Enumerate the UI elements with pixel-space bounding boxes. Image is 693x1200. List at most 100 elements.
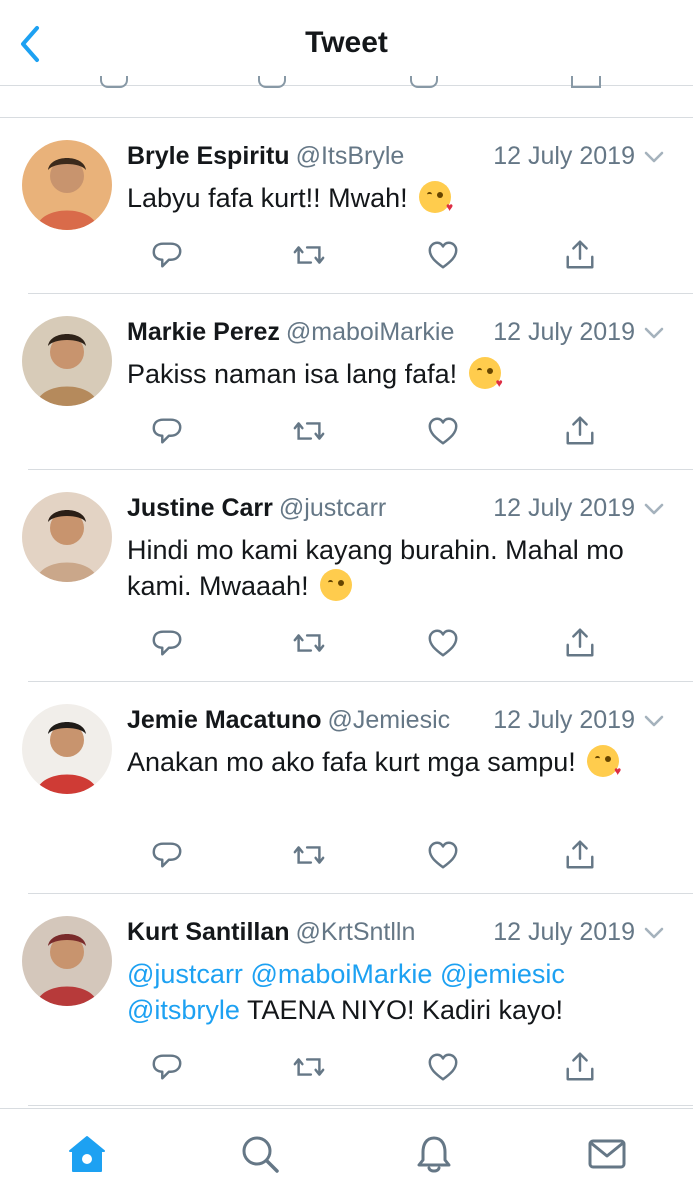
kiss-emoji: ♥: [468, 357, 503, 389]
chevron-down-icon[interactable]: [643, 324, 665, 342]
author-name[interactable]: Jemie Macatuno: [127, 706, 322, 734]
reply-icon: [150, 238, 184, 277]
chevron-down-icon[interactable]: [643, 500, 665, 518]
chevron-down-icon[interactable]: [643, 924, 665, 942]
share-icon: [563, 238, 597, 277]
share-button[interactable]: [562, 627, 598, 663]
tab-messages[interactable]: [584, 1131, 630, 1177]
tweet-text: Labyu fafa kurt!! Mwah! ♥: [127, 180, 665, 216]
tweet-actions: [125, 239, 693, 275]
share-icon: [563, 414, 597, 453]
tweet-actions: [125, 627, 693, 663]
reply-button[interactable]: [149, 415, 185, 451]
retweet-button[interactable]: [291, 415, 327, 451]
heart-icon: [426, 838, 460, 877]
tweet-text-segment: [432, 959, 440, 989]
tweet-actions: [125, 839, 693, 875]
tweet-header: Justine Carr @justcarr 12 July 2019: [127, 494, 665, 526]
heart-icon: [426, 238, 460, 277]
heart-icon: [426, 414, 460, 453]
tweet-item[interactable]: Jemie Macatuno @Jemiesic 12 July 2019 Anaka…: [22, 682, 693, 894]
heart-icon: [426, 626, 460, 665]
heart-icon: [426, 1050, 460, 1089]
tweet-item[interactable]: Bryle Espiritu @ItsBryle 12 July 2019 Labyu…: [22, 118, 693, 294]
tweet-text: Hindi mo kami kayang burahin. Mahal mo k…: [127, 532, 665, 604]
retweet-button[interactable]: [291, 839, 327, 875]
home-icon: [69, 1136, 105, 1172]
author-handle[interactable]: @maboiMarkie: [286, 318, 454, 346]
retweet-button[interactable]: [291, 627, 327, 663]
tweet-text: @justcarr @maboiMarkie @jemiesic @itsbry…: [127, 956, 665, 1028]
author-handle[interactable]: @justcarr: [279, 494, 386, 522]
avatar[interactable]: [22, 916, 112, 1006]
share-icon[interactable]: [571, 76, 601, 88]
mention-link[interactable]: @itsbryle: [127, 995, 240, 1025]
author-handle[interactable]: @ItsBryle: [296, 142, 405, 170]
like-button[interactable]: [425, 415, 461, 451]
retweet-icon: [292, 414, 326, 453]
tweet-actions: [125, 1051, 693, 1087]
bottom-tab-bar: [0, 1108, 693, 1200]
share-button[interactable]: [562, 415, 598, 451]
reply-icon: [150, 414, 184, 453]
author-name[interactable]: Kurt Santillan: [127, 918, 290, 946]
retweet-button[interactable]: [291, 1051, 327, 1087]
like-button[interactable]: [425, 627, 461, 663]
mention-link[interactable]: @maboiMarkie: [250, 959, 432, 989]
avatar[interactable]: [22, 704, 112, 794]
like-button[interactable]: [425, 239, 461, 275]
tab-notifications[interactable]: [411, 1131, 457, 1177]
tweet-item[interactable]: Justine Carr @justcarr 12 July 2019 Hindi m…: [22, 470, 693, 682]
bell-icon: [417, 1136, 451, 1173]
share-button[interactable]: [562, 239, 598, 275]
tweet-header: Kurt Santillan @KrtSntlln 12 July 2019: [127, 918, 665, 950]
retweet-icon: [292, 838, 326, 877]
avatar[interactable]: [22, 140, 112, 230]
share-icon: [563, 838, 597, 877]
tweet-date: 12 July 2019: [489, 494, 635, 523]
reply-button[interactable]: [149, 1051, 185, 1087]
author-name[interactable]: Markie Perez: [127, 318, 280, 346]
author-handle[interactable]: @Jemiesic: [328, 706, 451, 734]
tweet-text-segment: Anakan mo ako fafa kurt mga sampu!: [127, 747, 576, 777]
author-name[interactable]: Justine Carr: [127, 494, 273, 522]
tweet-text-segment: TAENA NIYO! Kadiri kayo!: [239, 995, 564, 1025]
mention-link[interactable]: @justcarr: [127, 959, 243, 989]
mail-icon: [588, 1139, 626, 1169]
reply-button[interactable]: [149, 239, 185, 275]
retweet-button[interactable]: [291, 239, 327, 275]
retweet-icon[interactable]: [258, 76, 286, 88]
reply-button[interactable]: [149, 839, 185, 875]
tweet-actions: [125, 415, 693, 451]
author-handle[interactable]: @KrtSntlln: [296, 918, 416, 946]
avatar[interactable]: [22, 492, 112, 582]
author-name[interactable]: Bryle Espiritu: [127, 142, 290, 170]
share-button[interactable]: [562, 1051, 598, 1087]
search-icon: [242, 1136, 279, 1173]
reply-icon[interactable]: [100, 76, 128, 88]
retweet-icon: [292, 238, 326, 277]
chevron-down-icon[interactable]: [643, 712, 665, 730]
tweet-item[interactable]: Markie Perez @maboiMarkie 12 July 2019 Paki…: [22, 294, 693, 470]
reply-icon: [150, 838, 184, 877]
avatar[interactable]: [22, 316, 112, 406]
tweet-item[interactable]: Kurt Santillan @KrtSntlln 12 July 2019 @jus…: [22, 894, 693, 1106]
mention-link[interactable]: @jemiesic: [440, 959, 565, 989]
tab-home[interactable]: [64, 1131, 110, 1177]
chevron-down-icon[interactable]: [643, 148, 665, 166]
kiss-emoji: ♥: [419, 181, 453, 213]
tweet-header: Bryle Espiritu @ItsBryle 12 July 2019: [127, 142, 665, 174]
retweet-icon: [292, 626, 326, 665]
like-button[interactable]: [425, 839, 461, 875]
like-button[interactable]: [425, 1051, 461, 1087]
tweet-date: 12 July 2019: [489, 706, 635, 735]
share-button[interactable]: [562, 839, 598, 875]
tab-search[interactable]: [237, 1131, 283, 1177]
reply-button[interactable]: [149, 627, 185, 663]
yum-emoji: [320, 569, 353, 601]
reply-icon: [150, 626, 184, 665]
reply-icon: [150, 1050, 184, 1089]
tweet-text-segment: Labyu fafa kurt!! Mwah!: [127, 183, 408, 213]
like-icon[interactable]: [410, 76, 438, 88]
previous-tweet-actions: [0, 62, 693, 92]
